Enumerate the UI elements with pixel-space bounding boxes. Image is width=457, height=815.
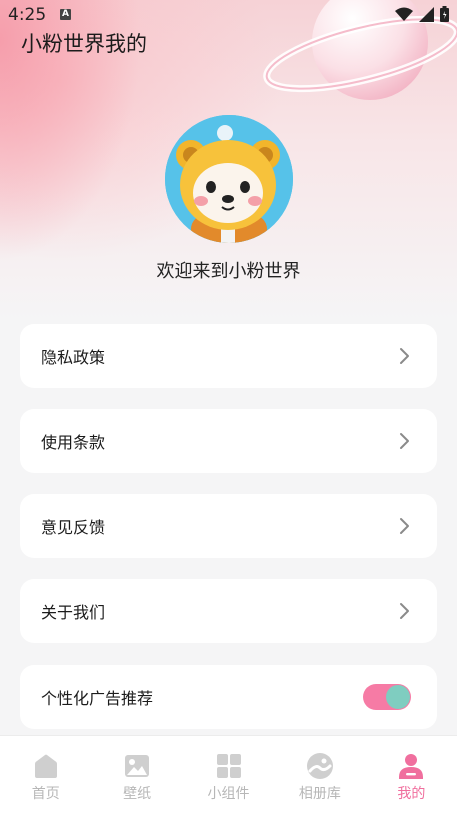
status-bar: 4:25 A — [0, 0, 457, 30]
signal-icon — [419, 6, 434, 22]
tab-album[interactable]: 相册库 — [274, 736, 365, 815]
image-icon — [125, 755, 150, 777]
battery-icon — [440, 6, 449, 22]
chevron-right-icon — [400, 433, 409, 449]
bear-avatar-icon — [165, 115, 293, 243]
page-title: 小粉世界我的 — [21, 32, 147, 56]
home-icon — [34, 754, 57, 778]
tab-widgets[interactable]: 小组件 — [183, 736, 274, 815]
menu-item-about-us[interactable]: 关于我们 — [20, 579, 437, 643]
menu-item-label: 关于我们 — [41, 603, 106, 622]
tab-label: 壁纸 — [123, 786, 152, 802]
album-icon — [306, 753, 333, 779]
tab-home[interactable]: 首页 — [0, 736, 91, 815]
wifi-icon — [395, 7, 413, 21]
menu-item-label: 意见反馈 — [41, 518, 106, 537]
profile-icon — [399, 754, 424, 779]
welcome-text: 欢迎来到小粉世界 — [156, 261, 301, 282]
personalized-ads-row: 个性化广告推荐 — [20, 665, 437, 729]
chevron-right-icon — [400, 348, 409, 364]
tab-mine[interactable]: 我的 — [366, 736, 457, 815]
personalized-ads-toggle[interactable] — [363, 684, 411, 710]
menu-item-terms-of-use[interactable]: 使用条款 — [20, 409, 437, 473]
toggle-knob — [386, 685, 410, 709]
menu-item-label: 隐私政策 — [41, 348, 106, 367]
tab-wallpaper[interactable]: 壁纸 — [91, 736, 182, 815]
menu-item-privacy-policy[interactable]: 隐私政策 — [20, 324, 437, 388]
chevron-right-icon — [400, 603, 409, 619]
a-icon: A — [60, 9, 71, 20]
personalized-ads-label: 个性化广告推荐 — [41, 689, 154, 708]
widgets-icon — [216, 754, 241, 778]
tab-label: 我的 — [397, 786, 426, 802]
avatar[interactable] — [165, 115, 293, 243]
menu-item-label: 使用条款 — [41, 433, 106, 452]
tab-label: 小组件 — [207, 786, 250, 802]
status-time: 4:25 — [8, 5, 47, 25]
tab-label: 相册库 — [298, 786, 341, 802]
bottom-tab-bar: 首页 壁纸 小组件 相册库 我的 — [0, 735, 457, 815]
tab-label: 首页 — [31, 786, 60, 802]
chevron-right-icon — [400, 518, 409, 534]
menu-item-feedback[interactable]: 意见反馈 — [20, 494, 437, 558]
